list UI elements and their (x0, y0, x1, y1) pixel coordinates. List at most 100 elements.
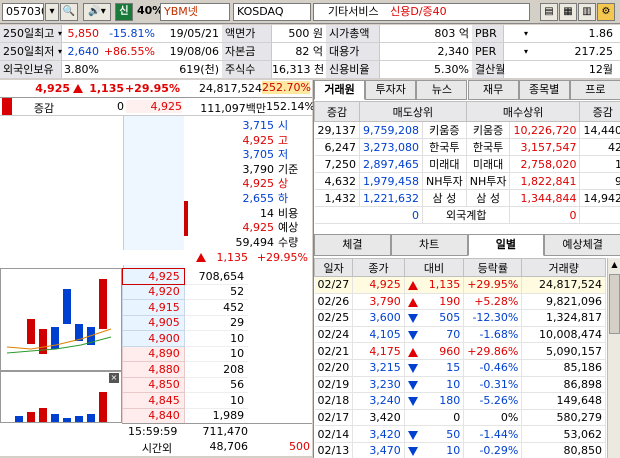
daily-row[interactable]: 02/27 4,925 1,135 +29.95% 24,817,524 (314, 276, 606, 294)
daily-table: 일자 종가 대비 등락률 거래량 02/27 4,925 1,135 +29.95% 24,817… (313, 258, 606, 458)
dropdown-icon[interactable]: ▾ (524, 43, 534, 60)
dropdown-icon[interactable]: ▾ (58, 25, 68, 42)
broker-row[interactable]: 4,632 1,979,458 NH투자 NH투자 1,822,841 9 (314, 172, 620, 190)
daily-close: 3,600 (352, 309, 405, 327)
credit-label: 신용D/증40 (390, 5, 447, 18)
scroll-up-icon[interactable]: ▲ (608, 258, 620, 272)
stock-name[interactable]: YBM넷 (160, 3, 230, 21)
dropdown-icon[interactable]: ▾ (58, 43, 68, 60)
info-label: 시가총액 (326, 25, 380, 42)
search-icon[interactable]: 🔍 (60, 3, 78, 21)
expected-rate: +29.95% (256, 251, 308, 264)
ask-row[interactable]: 4,925 708,654 (121, 267, 312, 285)
daily-row[interactable]: 02/20 3,215 15 -0.46% 85,186 (314, 359, 606, 377)
tab-tabs_mid-3[interactable]: 예상체결 (544, 234, 620, 256)
candle-chart[interactable] (0, 268, 122, 371)
daily-close: 3,240 (352, 392, 405, 410)
daily-change-cell: 960 (404, 342, 465, 360)
info-value: 19/05/21 (169, 27, 219, 40)
daily-close: 3,230 (352, 376, 405, 394)
code-dropdown-icon[interactable]: ▾ (45, 3, 59, 21)
ask-row[interactable]: 4,915 452 (122, 299, 312, 316)
daily-row[interactable]: 02/14 3,420 50 -1.44% 53,062 (314, 425, 606, 443)
bid-row[interactable]: 4,840 1,989 (122, 407, 312, 424)
daily-rate: +29.95% (463, 276, 523, 294)
daily-row[interactable]: 02/24 4,105 70 -1.68% 10,008,474 (314, 326, 606, 344)
broker-cell: 14,942 (579, 189, 620, 207)
broker-row[interactable]: 1,432 1,221,632 삼 성삼 성 1,344,844 14,942 (314, 189, 620, 207)
down-arrow-icon (407, 314, 418, 324)
tab-tabs_top-5[interactable]: 프로 (569, 80, 620, 100)
daily-volume: 9,821,096 (521, 293, 606, 311)
daily-volume: 580,279 (521, 409, 606, 427)
daily-volume: 5,090,157 (521, 342, 606, 360)
bid-row[interactable]: 4,880 208 (122, 361, 312, 378)
summary-label: 상 (278, 177, 289, 191)
ask-row[interactable]: 4,905 29 (122, 314, 312, 331)
expected-change: 1,135 (216, 251, 249, 264)
volume-bar (99, 392, 107, 422)
info-row: 250일최고 5,850 -15.81% 19/05/21 액면가 500 원 시가총액 80… (0, 25, 620, 43)
bid-row[interactable]: 4,845 10 (122, 392, 312, 409)
empty-cell (248, 392, 312, 408)
broker-cell: 한국투 (422, 138, 467, 156)
daily-row[interactable]: 02/21 4,175 960 +29.86% 5,090,157 (314, 342, 606, 360)
summary-value: 3,705 (242, 148, 275, 162)
daily-row[interactable]: 02/25 3,600 505 -12.30% 1,324,817 (314, 309, 606, 327)
summary-label: 고 (278, 133, 289, 147)
broker-cell: 1,221,632 (359, 189, 423, 207)
document-icon[interactable]: ▤ (540, 3, 558, 21)
daily-row[interactable]: 02/26 3,790 190 +5.28% 9,821,096 (314, 293, 606, 311)
volume-chart[interactable]: × (0, 371, 122, 423)
daily-rate: -5.26% (463, 392, 523, 410)
sector-label: 기타서비스 (328, 5, 379, 18)
price-change: 1,135 (89, 82, 124, 95)
foreign-label: 외국계합 (422, 206, 511, 224)
daily-date: 02/14 (314, 425, 354, 443)
daily-change-cell: 180 (404, 392, 465, 410)
tab-tabs_mid-2[interactable]: 일별 (467, 234, 545, 256)
close-time: 15:59:59 (128, 425, 178, 438)
tab-tabs_top-4[interactable]: 종목별 (518, 80, 570, 100)
ask-row[interactable]: 4,900 10 (122, 330, 312, 347)
down-arrow-icon (407, 397, 418, 407)
daily-row[interactable]: 02/13 3,470 10 -0.29% 80,850 (314, 442, 606, 458)
daily-change-cell: 15 (404, 359, 465, 377)
speaker-icon[interactable]: 🔊▾ (83, 3, 111, 21)
bid-row[interactable]: 4,890 10 (122, 345, 312, 362)
bid-row[interactable]: 4,850 56 (122, 376, 312, 393)
top-tabs: 거래원 투자자 뉴스 재무 종목별 프로 (314, 80, 620, 100)
scroll-thumb[interactable] (609, 274, 620, 334)
tab-tabs_mid-0[interactable]: 체결 (314, 234, 391, 256)
daily-rate: -1.44% (463, 425, 523, 443)
broker-row[interactable]: 29,137 9,759,208 키움증 키움증 10,226,720 14,440 (314, 121, 620, 139)
dropdown-icon[interactable]: ▾ (524, 25, 534, 42)
grid-icon[interactable]: ▥ (578, 3, 596, 21)
broker-row[interactable]: 6,247 3,273,080 한국투 한국투 3,157,547 42 (314, 138, 620, 156)
volume-bar (75, 416, 83, 422)
candle (63, 289, 71, 324)
layout-icon[interactable]: ▦ (559, 3, 577, 21)
tab-tabs_top-3[interactable]: 재무 (467, 80, 519, 100)
broker-row[interactable]: 7,250 2,897,465 미래대 미래대 2,758,020 1 (314, 155, 620, 173)
close-icon[interactable]: × (109, 373, 119, 383)
daily-scrollbar[interactable]: ▲ (607, 258, 620, 458)
tab-tabs_top-0[interactable]: 거래원 (314, 80, 366, 100)
daily-row[interactable]: 02/19 3,230 10 -0.31% 86,898 (314, 376, 606, 394)
ask-row[interactable]: 4,920 52 (122, 283, 312, 300)
stock-code-input[interactable]: 057030 (2, 3, 44, 21)
tab-tabs_top-1[interactable]: 투자자 (365, 80, 417, 100)
info-label: 대용가 (326, 43, 380, 60)
margin-rate: 40% (134, 3, 160, 21)
daily-row[interactable]: 02/17 3,420 0 0% 580,279 (314, 409, 606, 427)
tab-tabs_top-2[interactable]: 뉴스 (416, 80, 468, 100)
current-price-2: 4,925 (126, 100, 182, 113)
gear-icon[interactable]: ⚙ (597, 3, 615, 21)
bid-qty: 10 (184, 346, 249, 362)
daily-rate: -0.46% (463, 359, 523, 377)
incdec-row: 증감 0 4,925 111,097백만 152.14% (0, 98, 315, 116)
tab-tabs_mid-1[interactable]: 차트 (390, 234, 468, 256)
incdec-label: 증감 (33, 102, 55, 115)
daily-row[interactable]: 02/18 3,240 180 -5.26% 149,648 (314, 392, 606, 410)
daily-change-cell: 505 (404, 309, 465, 327)
